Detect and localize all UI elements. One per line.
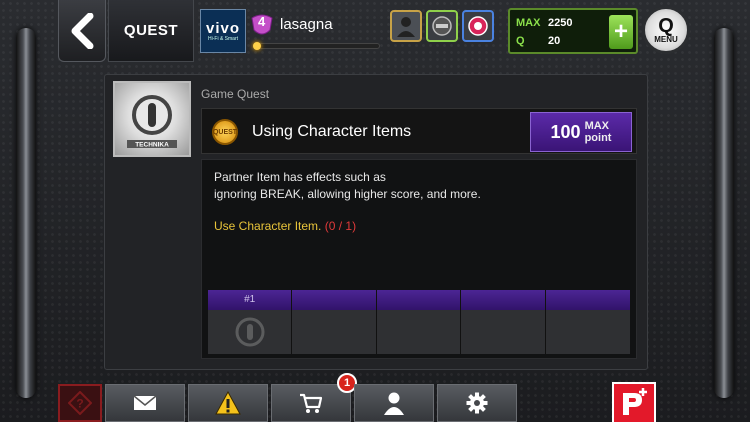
item-slot-body <box>545 310 630 354</box>
mail-button[interactable] <box>105 384 185 422</box>
item-slot[interactable] <box>545 290 630 354</box>
quest-panel: TECHNIKA Game Quest QUEST Using Characte… <box>104 74 648 370</box>
ground-status-button[interactable] <box>426 10 458 42</box>
item-slot-body <box>376 310 461 354</box>
item-slot-header <box>292 290 376 310</box>
item-slot-body <box>292 310 376 354</box>
menu-button[interactable]: Q MENU <box>642 6 690 54</box>
avatar-sub: Hi-Fi & Smart <box>208 36 238 42</box>
menu-label: MENU <box>654 34 678 44</box>
page-title: QUEST <box>123 22 179 39</box>
bottom-bar: ? 1 <box>0 373 750 422</box>
item-slot-header: #1 <box>208 290 292 310</box>
right-rail <box>714 28 734 398</box>
experience-bar <box>253 42 380 50</box>
item-slot[interactable] <box>376 290 462 354</box>
page-title-box: QUEST <box>108 0 194 62</box>
settings-button[interactable] <box>437 384 517 422</box>
quest-thumbnail: TECHNIKA <box>113 81 191 157</box>
description-line-1: Partner Item has effects such as <box>214 170 386 184</box>
item-slot-body <box>208 310 292 354</box>
p-plus-icon <box>623 388 647 415</box>
max-currency-label: MAX <box>516 17 541 29</box>
points-label: MAX point <box>585 120 612 144</box>
add-currency-button[interactable]: + <box>609 15 633 49</box>
quest-objective: Use Character Item. (0 / 1) <box>214 219 356 233</box>
back-button[interactable] <box>58 0 106 62</box>
technika-logo-icon: TECHNIKA <box>127 95 177 149</box>
warning-icon <box>215 391 241 415</box>
premium-button[interactable] <box>612 382 656 422</box>
item-slot[interactable] <box>461 290 546 354</box>
left-rail <box>16 28 36 398</box>
help-icon: ? <box>68 391 92 415</box>
ground-icon <box>432 16 452 36</box>
svg-text:?: ? <box>76 397 83 411</box>
top-bar: QUEST vivo Hi-Fi & Smart 4 lasagna MAX 22… <box>0 0 750 62</box>
q-currency-label: Q <box>516 35 525 47</box>
slot-logo-icon <box>235 317 265 347</box>
quest-description-area: Partner Item has effects such as ignorin… <box>201 159 637 359</box>
experience-indicator <box>253 42 261 50</box>
max-currency-row: MAX 2250 <box>516 17 572 29</box>
thumb-caption: TECHNIKA <box>135 142 169 149</box>
character-status-button[interactable] <box>390 10 422 42</box>
points-value: 100 <box>550 121 581 142</box>
user-icon <box>384 392 404 415</box>
item-slot[interactable]: #1 <box>208 290 293 354</box>
q-currency-value: 20 <box>548 35 561 47</box>
level-number: 4 <box>258 14 266 29</box>
q-currency-row: Q 20 <box>516 35 560 47</box>
target-status-button[interactable] <box>462 10 494 42</box>
points-label-point: point <box>584 132 612 144</box>
item-slot-grid: #1 <box>208 290 630 354</box>
menu-q-icon: Q <box>658 14 674 37</box>
quest-category: Game Quest <box>201 87 270 101</box>
item-slot[interactable] <box>292 290 377 354</box>
quest-title-row: QUEST Using Character Items 100 MAX point <box>201 108 637 154</box>
gear-icon <box>466 392 488 414</box>
cart-icon <box>300 393 323 413</box>
objective-text: Use Character Item. <box>214 219 322 233</box>
coin-icon: QUEST <box>212 119 238 145</box>
item-slot-body <box>461 310 545 354</box>
quest-title: Using Character Items <box>252 123 412 140</box>
avatar[interactable]: vivo Hi-Fi & Smart <box>200 9 246 53</box>
username: lasagna <box>280 16 333 33</box>
currency-panel: MAX 2250 Q 20 + <box>508 8 638 54</box>
quest-description: Partner Item has effects such as ignorin… <box>214 169 481 203</box>
profile-button[interactable] <box>354 384 434 422</box>
item-slot-header <box>376 290 461 310</box>
target-icon <box>468 16 488 36</box>
description-line-2: ignoring BREAK, allowing higher score, a… <box>214 187 481 201</box>
help-button[interactable]: ? <box>58 384 102 422</box>
notice-button[interactable] <box>188 384 268 422</box>
points-label-max: MAX <box>584 120 610 132</box>
objective-progress: (0 / 1) <box>324 219 357 233</box>
max-currency-value: 2250 <box>548 17 573 29</box>
points-badge: 100 MAX point <box>530 112 632 152</box>
back-arrow-icon <box>71 12 94 49</box>
item-slot-header <box>545 290 630 310</box>
mail-icon <box>133 395 157 410</box>
person-icon <box>397 17 415 37</box>
item-slot-header <box>461 290 545 310</box>
avatar-brand: vivo <box>205 20 240 37</box>
